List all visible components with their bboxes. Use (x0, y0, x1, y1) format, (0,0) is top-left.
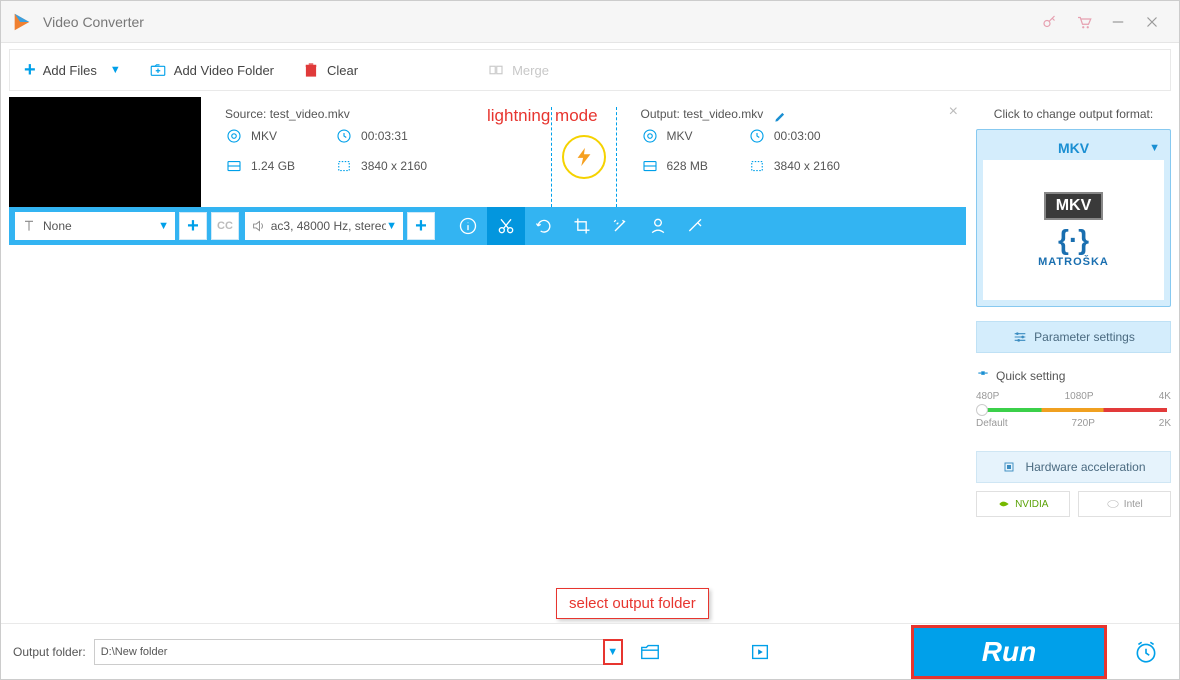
edit-output-name-icon[interactable] (773, 110, 787, 124)
title-bar: Video Converter (1, 1, 1179, 43)
resolution-icon (748, 157, 766, 175)
storage-icon (225, 157, 243, 175)
merge-icon (487, 61, 505, 79)
clear-label: Clear (327, 63, 358, 78)
speaker-icon (251, 218, 267, 234)
app-logo-icon (11, 11, 33, 33)
intel-icon (1106, 497, 1120, 511)
cc-button[interactable]: CC (211, 212, 239, 240)
hardware-acceleration-button[interactable]: Hardware acceleration (976, 451, 1171, 483)
subtitle-dropdown[interactable]: None ▼ (15, 212, 175, 240)
text-icon (21, 218, 37, 234)
add-files-label: Add Files (43, 63, 97, 78)
output-settings-panel: Click to change output format: MKV ▼ MKV… (976, 97, 1171, 623)
add-audio-button[interactable]: + (407, 212, 435, 240)
intel-chip: Intel (1078, 491, 1172, 517)
resolution-icon (335, 157, 353, 175)
output-format: MKV (667, 129, 693, 143)
run-button-highlight: Run (911, 625, 1107, 679)
output-folder-input[interactable] (94, 639, 604, 665)
output-size: 628 MB (667, 159, 708, 173)
run-button[interactable]: Run (914, 628, 1104, 676)
watermark-button[interactable] (639, 207, 677, 245)
merge-button: Merge (473, 50, 563, 90)
output-file-label: Output: test_video.mkv (641, 107, 764, 121)
chevron-down-icon: ▼ (110, 64, 121, 76)
add-subtitle-button[interactable]: + (179, 212, 207, 240)
sliders-icon (1012, 329, 1028, 345)
video-thumbnail[interactable] (9, 97, 201, 207)
output-format-selector[interactable]: MKV ▼ MKV {·} MATROŠKA (976, 129, 1171, 307)
format-icon (225, 127, 243, 145)
source-format: MKV (251, 129, 277, 143)
audio-value: ac3, 48000 Hz, stereo (271, 219, 386, 233)
crop-button[interactable] (563, 207, 601, 245)
close-button[interactable] (1135, 5, 1169, 39)
format-logo: MKV {·} MATROŠKA (983, 160, 1164, 300)
rotate-button[interactable] (525, 207, 563, 245)
hardware-acceleration-label: Hardware acceleration (1025, 460, 1145, 474)
chevron-down-icon: ▼ (386, 220, 397, 232)
trim-button[interactable] (487, 207, 525, 245)
add-video-folder-button[interactable]: Add Video Folder (135, 50, 288, 90)
source-size: 1.24 GB (251, 159, 295, 173)
chip-icon (1001, 459, 1017, 475)
clear-button[interactable]: Clear (288, 50, 372, 90)
format-name: MKV (1058, 140, 1089, 156)
nvidia-icon (997, 497, 1011, 511)
primary-toolbar: + Add Files ▼ Add Video Folder Clear Mer… (9, 49, 1171, 91)
output-folder-label: Output folder: (13, 645, 86, 659)
app-title: Video Converter (43, 14, 1033, 30)
edit-action-bar: None ▼ + CC ac3, 48000 Hz, stereo ▼ + (9, 207, 966, 245)
lightning-icon (573, 146, 595, 168)
bottom-bar: Output folder: ▼ Run (1, 623, 1179, 679)
quality-slider[interactable]: 480P1080P4K Default720P2K (976, 391, 1171, 437)
audio-dropdown[interactable]: ac3, 48000 Hz, stereo ▼ (245, 212, 403, 240)
adjust-button[interactable] (677, 207, 715, 245)
slider-thumb[interactable] (976, 404, 988, 416)
info-button[interactable] (449, 207, 487, 245)
change-format-label: Click to change output format: (976, 107, 1171, 121)
parameter-settings-label: Parameter settings (1034, 330, 1135, 344)
merge-label: Merge (512, 63, 549, 78)
output-resolution: 3840 x 2160 (774, 159, 840, 173)
add-files-button[interactable]: + Add Files ▼ (10, 50, 135, 90)
storage-icon (641, 157, 659, 175)
minimize-button[interactable] (1101, 5, 1135, 39)
cart-icon[interactable] (1067, 5, 1101, 39)
clock-icon (748, 127, 766, 145)
subtitle-value: None (43, 219, 72, 233)
output-folder-dropdown[interactable]: ▼ (603, 639, 623, 665)
quick-setting-label: Quick setting (996, 369, 1065, 383)
chevron-down-icon: ▼ (1149, 142, 1160, 154)
playlist-button[interactable] (745, 637, 775, 667)
add-folder-label: Add Video Folder (174, 63, 274, 78)
plus-icon: + (24, 59, 36, 82)
schedule-button[interactable] (1125, 631, 1167, 673)
annotation-output-folder: select output folder (556, 588, 709, 619)
remove-file-button[interactable]: × (949, 103, 958, 121)
source-resolution: 3840 x 2160 (361, 159, 427, 173)
quick-icon (976, 369, 990, 383)
open-folder-button[interactable] (635, 637, 665, 667)
output-duration: 00:03:00 (774, 129, 821, 143)
chevron-down-icon: ▼ (158, 220, 169, 232)
clock-icon (335, 127, 353, 145)
folder-plus-icon (149, 61, 167, 79)
effects-button[interactable] (601, 207, 639, 245)
annotation-lightning: lightning mode (479, 103, 606, 129)
parameter-settings-button[interactable]: Parameter settings (976, 321, 1171, 353)
key-icon[interactable] (1033, 5, 1067, 39)
nvidia-chip: NVIDIA (976, 491, 1070, 517)
trash-icon (302, 61, 320, 79)
source-duration: 00:03:31 (361, 129, 408, 143)
format-icon (641, 127, 659, 145)
